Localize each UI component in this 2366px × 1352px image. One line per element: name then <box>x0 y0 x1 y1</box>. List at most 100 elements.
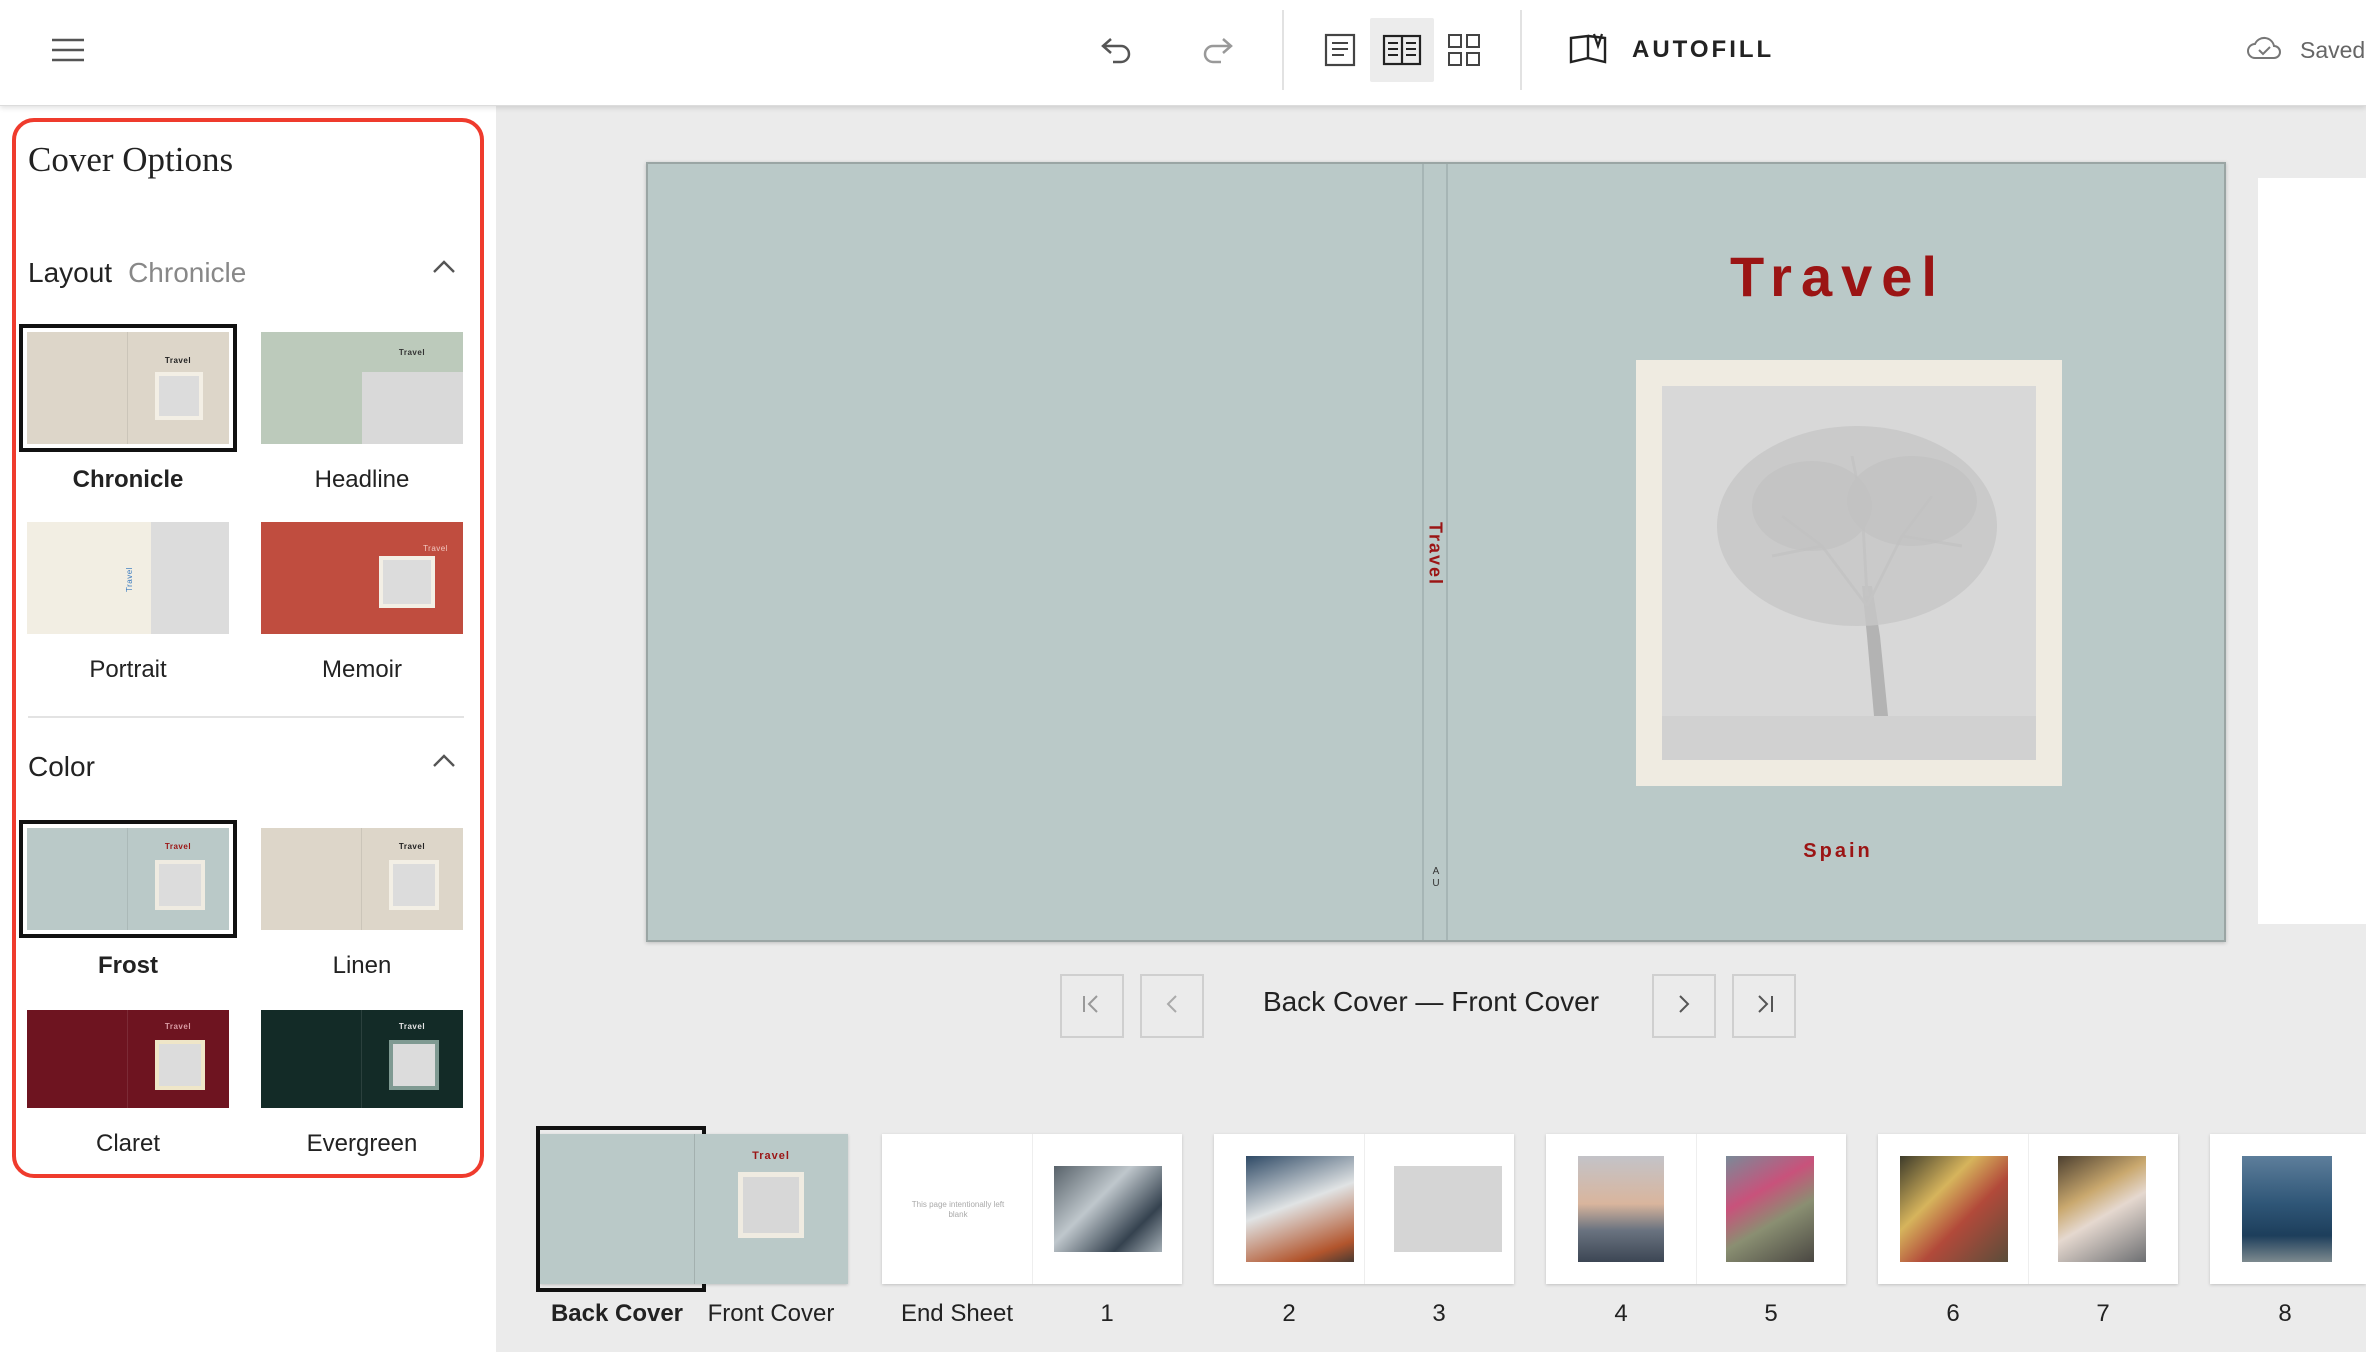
book-cover-spread[interactable]: Travel A U Travel Spain <box>646 162 2226 942</box>
cover-photo-frame[interactable] <box>1636 360 2062 786</box>
previous-page-button[interactable] <box>1140 974 1204 1038</box>
color-option-linen[interactable]: Travel Linen <box>258 828 466 980</box>
thumb-spread-endsheet-1[interactable]: This page intentionally left blank <box>882 1134 1182 1284</box>
cloud-icon <box>2246 35 2282 66</box>
image-icon <box>155 860 205 910</box>
next-page-preview <box>2258 178 2366 924</box>
color-option-evergreen[interactable]: Travel Evergreen <box>258 1010 466 1158</box>
cover-options-panel: Cover Options Layout Chronicle Travel Ch… <box>0 106 496 1352</box>
thumb-spread-2-3[interactable] <box>1214 1134 1514 1284</box>
color-thumbnail: Travel <box>261 828 463 930</box>
spread-view-icon[interactable] <box>1370 18 1434 82</box>
save-status: Saved <box>2246 30 2365 70</box>
layout-option-memoir[interactable]: Travel Memoir <box>258 522 466 684</box>
first-page-icon <box>1081 994 1103 1019</box>
color-thumbnail: Travel <box>261 1010 463 1108</box>
tree-placeholder-photo <box>1394 1166 1502 1252</box>
next-page-button[interactable] <box>1652 974 1716 1038</box>
color-section-header[interactable]: Color <box>28 742 464 792</box>
color-option-label: Frost <box>98 952 158 979</box>
image-icon <box>389 1040 439 1090</box>
spine-title[interactable]: Travel <box>1425 522 1446 586</box>
village-photo <box>1900 1156 2008 1262</box>
thumb-label-page-3: 3 <box>1432 1300 1446 1327</box>
layout-value: Chronicle <box>128 257 247 288</box>
thumb-label-back-cover: Back Cover <box>550 1300 684 1327</box>
layout-option-label: Chronicle <box>72 466 184 493</box>
color-option-label: Claret <box>95 1130 161 1157</box>
color-option-frost[interactable]: Travel Frost <box>19 820 237 980</box>
image-icon <box>738 1172 804 1238</box>
hamburger-menu-icon[interactable] <box>40 26 96 74</box>
breakfast-photo <box>1246 1156 1354 1262</box>
first-page-button[interactable] <box>1060 974 1124 1038</box>
grid-view-icon[interactable] <box>1432 18 1496 82</box>
thumb-label-front-cover: Front Cover <box>707 1300 835 1327</box>
thumb-label-page-1: 1 <box>1100 1300 1114 1327</box>
flower-terrace-photo <box>1726 1156 1814 1262</box>
thumb-spread-6-7[interactable] <box>1878 1134 2178 1284</box>
panel-title: Cover Options <box>28 140 234 179</box>
chevron-left-icon <box>1165 994 1179 1019</box>
chevron-up-icon <box>432 754 456 773</box>
thumb-label-page-6: 6 <box>1946 1300 1960 1327</box>
sea-photo <box>1054 1166 1162 1252</box>
image-icon <box>379 556 435 608</box>
top-toolbar: AUTOFILL Saved <box>0 0 2366 106</box>
color-option-label: Evergreen <box>306 1130 418 1157</box>
layout-thumbnail: Travel <box>261 332 463 444</box>
boats-photo <box>2242 1156 2332 1262</box>
layout-option-label: Portrait <box>89 656 167 683</box>
toolbar-divider <box>1282 10 1284 90</box>
image-icon <box>389 860 439 910</box>
layout-option-chronicle[interactable]: Travel Chronicle <box>19 324 237 494</box>
color-option-claret[interactable]: Travel Claret <box>24 1010 232 1158</box>
chevron-up-icon <box>432 260 456 279</box>
redo-icon[interactable] <box>1188 26 1248 74</box>
layout-option-label: Headline <box>314 466 410 493</box>
thumb-label-page-2: 2 <box>1282 1300 1296 1327</box>
color-option-label: Linen <box>332 952 392 979</box>
cover-subtitle[interactable]: Spain <box>1448 840 2228 863</box>
last-page-button[interactable] <box>1732 974 1796 1038</box>
thumb-page-8[interactable] <box>2210 1134 2366 1284</box>
layout-option-headline[interactable]: Travel Headline <box>258 332 466 494</box>
editor-canvas: Travel A U Travel Spain Back Cover — Fro… <box>496 106 2366 1352</box>
layout-section-header[interactable]: Layout Chronicle <box>28 248 464 298</box>
color-thumbnail: Travel <box>27 1010 229 1108</box>
thumb-cover-title: Travel <box>752 1150 790 1162</box>
image-icon <box>151 522 229 634</box>
end-sheet-text: This page intentionally left blank <box>911 1200 1005 1219</box>
thumb-cover-spread[interactable]: Travel <box>540 1134 848 1284</box>
spine-mark: A U <box>1432 866 1440 889</box>
color-label: Color <box>28 751 95 782</box>
thumb-label-page-5: 5 <box>1764 1300 1778 1327</box>
layout-thumbnail: Travel <box>19 324 237 452</box>
thumb-label-page-8: 8 <box>2278 1300 2292 1327</box>
page-range-label: Back Cover — Front Cover <box>1262 986 1600 1017</box>
thumb-label-page-7: 7 <box>2096 1300 2110 1327</box>
autofill-button[interactable]: AUTOFILL <box>1568 28 1774 72</box>
undo-icon[interactable] <box>1086 26 1146 74</box>
thumb-label-end-sheet: End Sheet <box>900 1300 1014 1327</box>
thumb-label-page-4: 4 <box>1614 1300 1628 1327</box>
toolbar-divider <box>1520 10 1522 90</box>
cover-title[interactable]: Travel <box>1448 244 2228 309</box>
layout-thumbnail: Travel <box>261 522 463 634</box>
book-icon <box>1568 32 1610 69</box>
image-icon <box>155 372 203 420</box>
chevron-right-icon <box>1677 994 1691 1019</box>
thumb-spread-4-5[interactable] <box>1546 1134 1846 1284</box>
last-page-icon <box>1753 994 1775 1019</box>
section-divider <box>28 716 464 718</box>
single-page-view-icon[interactable] <box>1308 18 1372 82</box>
layout-thumbnail: Travel <box>27 522 229 634</box>
saved-label: Saved <box>2300 36 2366 63</box>
tree-photo <box>1662 386 2036 760</box>
layout-option-label: Memoir <box>321 656 402 683</box>
layout-option-portrait[interactable]: Travel Portrait <box>24 522 232 684</box>
layout-label: Layout <box>28 257 113 288</box>
street-photo <box>2058 1156 2146 1262</box>
coast-photo <box>1578 1156 1664 1262</box>
color-thumbnail: Travel <box>19 820 237 938</box>
